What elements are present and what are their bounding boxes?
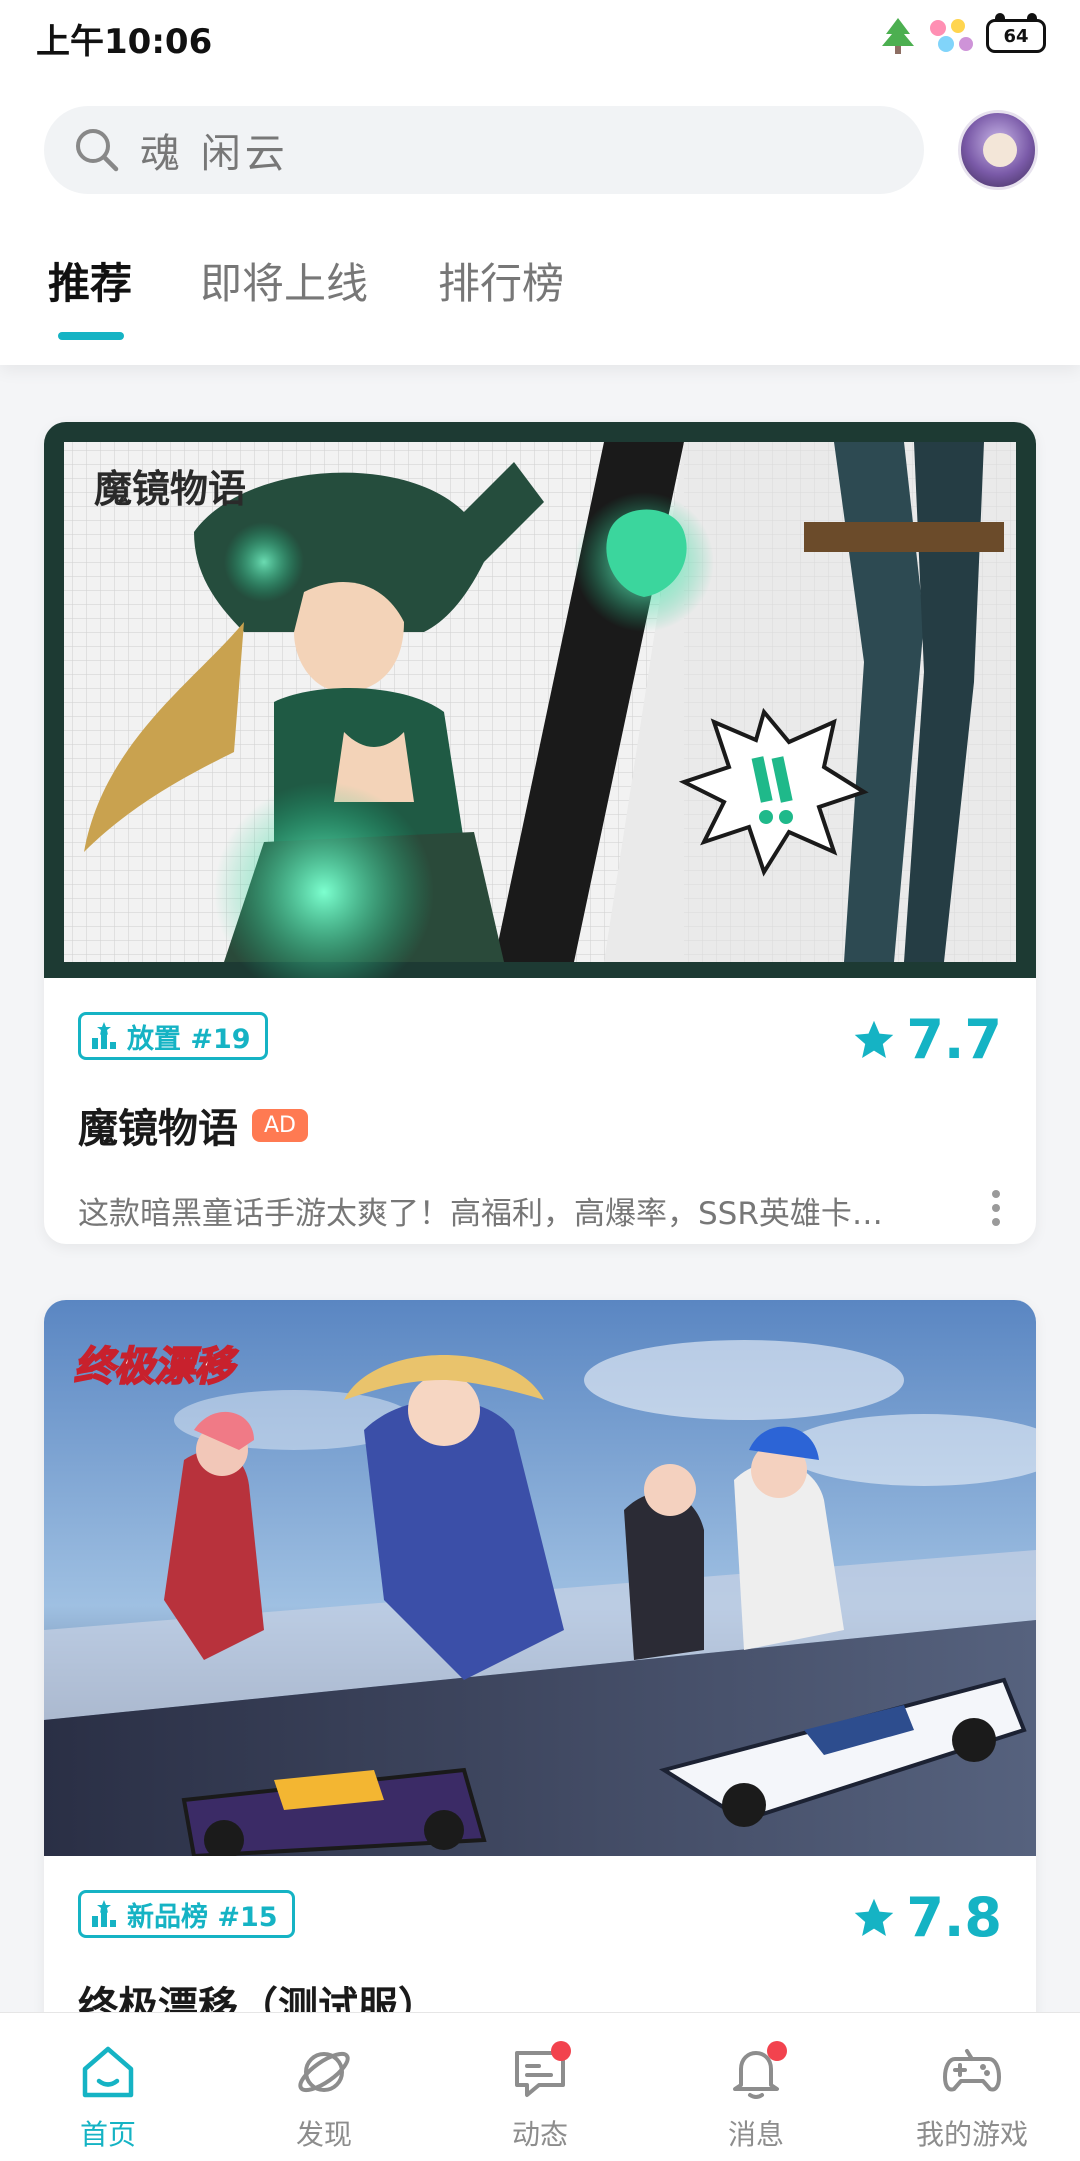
tab-indicator bbox=[58, 332, 124, 340]
rating-value: 7.7 bbox=[906, 1008, 1002, 1071]
user-avatar[interactable] bbox=[958, 110, 1038, 190]
nav-messages[interactable]: 消息 bbox=[648, 2041, 864, 2153]
tree-notification-icon bbox=[882, 18, 914, 54]
nav-label: 我的游戏 bbox=[915, 2118, 1028, 2151]
game-description: 这款暗黑童话手游太爽了！高福利，高爆率，SSR英雄卡… bbox=[78, 1196, 883, 1232]
notification-dot bbox=[551, 2041, 571, 2061]
search-input[interactable]: 魂 闲云 bbox=[44, 106, 924, 194]
battery-icon: 64 bbox=[986, 13, 1046, 53]
game-title-text: 魔镜物语 bbox=[78, 1106, 238, 1152]
bottom-nav: 首页 发现 动态 消息 我的游戏 bbox=[0, 2012, 1080, 2161]
more-options-icon[interactable] bbox=[990, 1188, 1002, 1228]
nav-label: 发现 bbox=[295, 2118, 352, 2151]
ad-badge: AD bbox=[252, 1108, 308, 1142]
nav-feed[interactable]: 动态 bbox=[432, 2041, 648, 2153]
status-icons: 64 bbox=[880, 13, 1046, 56]
nav-discover[interactable]: 发现 bbox=[216, 2041, 432, 2153]
nav-label: 动态 bbox=[511, 2118, 568, 2151]
banner-logo-text: 魔镜物语 bbox=[94, 466, 246, 511]
planet-icon bbox=[293, 2041, 355, 2103]
status-time: 上午10:06 bbox=[36, 22, 213, 62]
nav-label: 首页 bbox=[79, 2118, 136, 2151]
rating-value: 7.8 bbox=[906, 1886, 1002, 1949]
rating: 7.7 bbox=[852, 1008, 1002, 1071]
tab-recommend[interactable]: 推荐 bbox=[48, 250, 132, 311]
status-bar: 上午10:06 64 bbox=[0, 0, 1080, 80]
rank-tag[interactable]: 放置 #19 bbox=[78, 1012, 268, 1060]
battery-level: 64 bbox=[1003, 25, 1029, 47]
tab-ranking[interactable]: 排行榜 bbox=[438, 250, 564, 311]
banner-illustration: 终极漂移 bbox=[44, 1300, 1036, 1856]
game-card[interactable]: 终极漂移 新品榜 #15 7.8 终极漂移（测试服） bbox=[44, 1300, 1036, 2120]
rating: 7.8 bbox=[852, 1886, 1002, 1949]
tab-bar: 推荐 即将上线 排行榜 bbox=[0, 250, 1080, 340]
rank-tag-label: 放置 #19 bbox=[127, 1023, 251, 1055]
game-banner-image[interactable]: 终极漂移 bbox=[44, 1300, 1036, 1856]
search-icon bbox=[76, 129, 119, 172]
rank-tag-label: 新品榜 #15 bbox=[127, 1901, 278, 1933]
nav-my-games[interactable]: 我的游戏 bbox=[864, 2041, 1080, 2153]
gamepad-icon bbox=[941, 2041, 1003, 2103]
game-card[interactable]: 魔镜物语 放置 #19 7.7 魔镜物语 AD 这款暗黑童话手游太爽了！高福利，… bbox=[44, 422, 1036, 1244]
star-icon bbox=[855, 1898, 894, 1936]
home-icon bbox=[77, 2041, 139, 2103]
flowers-notification-icon bbox=[930, 19, 973, 52]
rank-icon bbox=[92, 1022, 116, 1049]
notification-dot bbox=[767, 2041, 787, 2061]
bell-icon bbox=[725, 2041, 787, 2103]
banner-logo-text: 终极漂移 bbox=[74, 1343, 239, 1390]
chat-icon bbox=[509, 2041, 571, 2103]
nav-label: 消息 bbox=[727, 2118, 784, 2151]
game-banner-image[interactable]: 魔镜物语 bbox=[44, 422, 1036, 978]
rank-tag[interactable]: 新品榜 #15 bbox=[78, 1890, 295, 1938]
game-title[interactable]: 魔镜物语 AD bbox=[78, 1096, 308, 1154]
rank-icon bbox=[92, 1900, 116, 1927]
star-icon bbox=[855, 1020, 894, 1058]
tab-upcoming[interactable]: 即将上线 bbox=[200, 250, 368, 311]
nav-home[interactable]: 首页 bbox=[0, 2041, 216, 2153]
banner-illustration: 魔镜物语 bbox=[44, 422, 1036, 978]
search-query: 魂 闲云 bbox=[140, 131, 289, 177]
top-header: 上午10:06 64 魂 闲云 推荐 即将上线 排行榜 bbox=[0, 0, 1080, 365]
